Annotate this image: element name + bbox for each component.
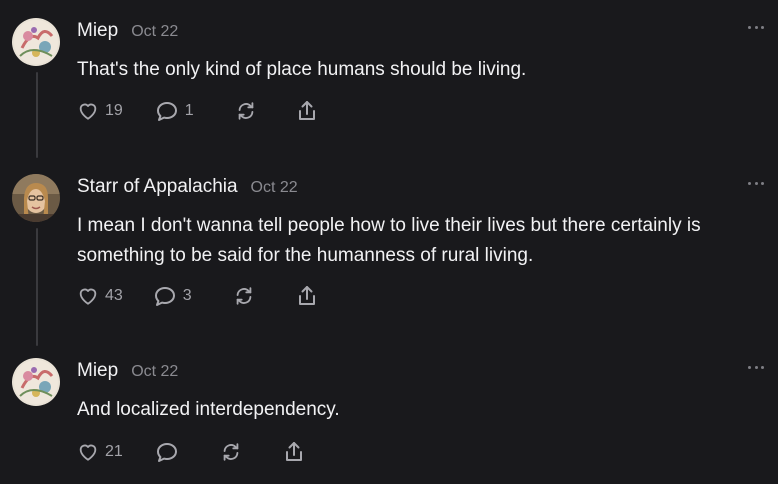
repost-button[interactable] [219,441,243,463]
post-date[interactable]: Oct 22 [251,179,298,197]
like-count: 43 [105,287,123,304]
share-icon [298,101,315,120]
share-button[interactable] [296,99,318,123]
repost-icon [223,443,239,461]
speech-bubble-icon [156,102,177,121]
heart-icon [79,288,97,305]
post-meta: Starr of Appalachia Oct 22 [77,176,298,198]
post-actions: 43 3 [77,284,318,308]
share-button[interactable] [296,284,318,308]
reply-button[interactable] [155,441,179,463]
share-icon [298,286,315,305]
heart-icon [79,444,97,461]
author-name[interactable]: Starr of Appalachia [77,176,238,198]
more-options-icon[interactable] [748,178,764,188]
post-text: And localized interdependency. [77,399,340,420]
author-avatar[interactable] [12,18,60,66]
post-text: I mean I don't wanna tell people how to … [77,215,701,266]
author-name[interactable]: Miep [77,360,118,382]
post-actions: 19 1 [77,99,318,123]
author-name[interactable]: Miep [77,20,118,42]
speech-bubble-icon [154,287,175,306]
like-button[interactable]: 43 [77,285,123,307]
like-count: 19 [105,102,123,119]
thread-post: Miep Oct 22 And localized interdependenc… [0,340,778,484]
thread-post: Starr of Appalachia Oct 22 I mean I don'… [0,156,778,346]
share-icon [285,442,302,461]
like-count: 21 [105,443,123,460]
like-button[interactable]: 21 [77,441,123,463]
portrait-photo-avatar-image [12,174,60,222]
author-avatar[interactable] [12,358,60,406]
heart-icon [79,103,97,120]
post-date[interactable]: Oct 22 [131,363,178,381]
floral-collage-avatar-image [12,358,60,406]
post-meta: Miep Oct 22 [77,360,178,382]
reply-button[interactable]: 3 [153,285,192,307]
repost-button[interactable] [232,285,256,307]
post-meta: Miep Oct 22 [77,20,178,42]
thread-post: Miep Oct 22 That's the only kind of plac… [0,0,778,160]
author-avatar[interactable] [12,174,60,222]
more-options-icon[interactable] [748,22,764,32]
floral-collage-avatar-image [12,18,60,66]
speech-bubble-icon [156,443,177,462]
repost-icon [238,102,254,120]
post-actions: 21 [77,440,305,464]
reply-count: 3 [182,287,192,304]
repost-icon [236,287,252,305]
repost-button[interactable] [234,100,258,122]
reply-button[interactable]: 1 [155,100,194,122]
like-button[interactable]: 19 [77,100,123,122]
post-text: That's the only kind of place humans sho… [77,59,527,80]
share-button[interactable] [283,440,305,464]
reply-count: 1 [184,102,194,119]
post-date[interactable]: Oct 22 [131,23,178,41]
more-options-icon[interactable] [748,362,764,372]
